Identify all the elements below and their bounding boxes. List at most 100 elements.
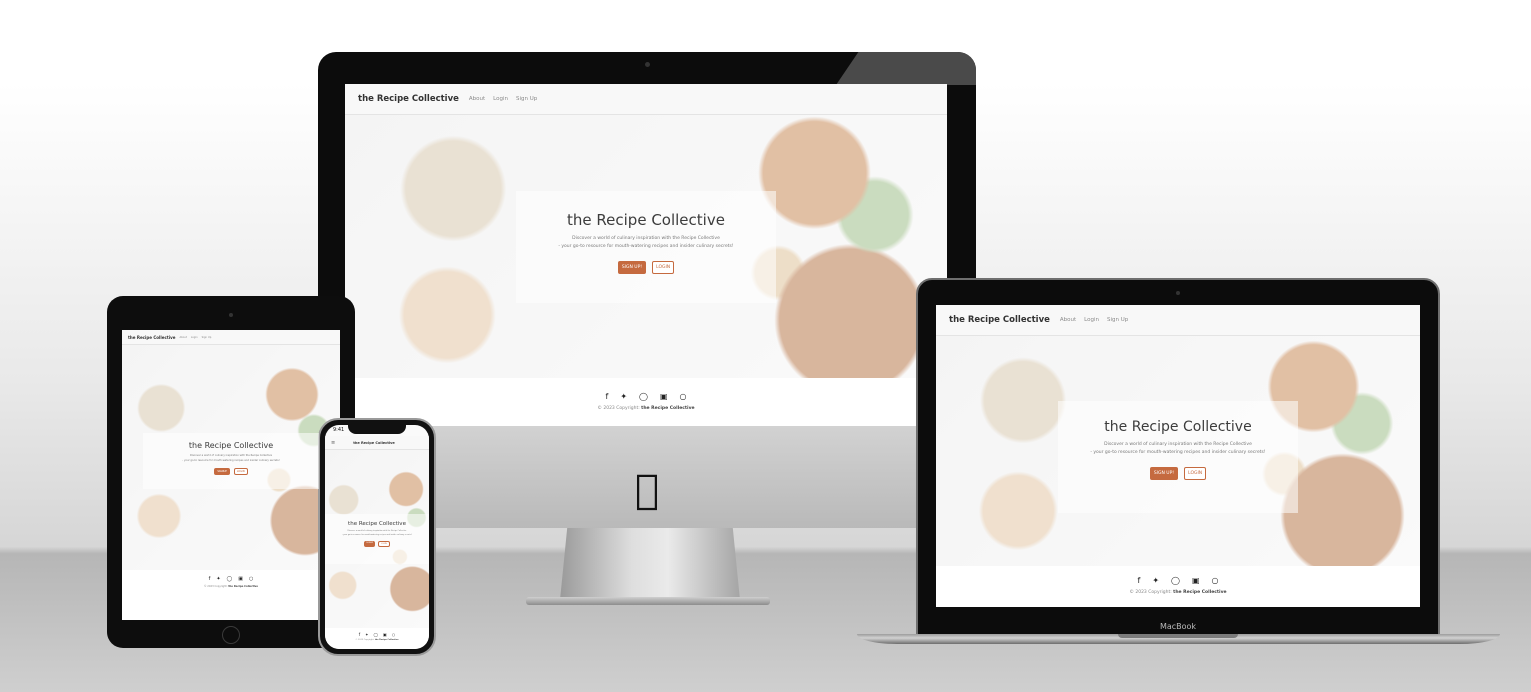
hero-buttons: SIGNUP LOGIN xyxy=(325,541,429,547)
hero-buttons: SIGN UP! LOGIN xyxy=(1058,467,1298,480)
nav-link-about[interactable]: About xyxy=(179,336,186,339)
nav-link-login[interactable]: Login xyxy=(191,336,198,339)
copyright-brand: the Recipe Collective xyxy=(374,639,399,641)
copyright-prefix: © 2023 Copyright: xyxy=(1129,590,1172,595)
signup-button[interactable]: SIGN UP! xyxy=(1149,467,1179,480)
login-button[interactable]: LOGIN xyxy=(378,541,390,547)
nav-brand[interactable]: the Recipe Collective xyxy=(128,335,175,340)
footer: f ✦ ◯ ▣ ○ © 2023 Copyright: the Recipe C… xyxy=(122,570,340,620)
hero-title: the Recipe Collective xyxy=(188,441,274,450)
linkedin-icon[interactable]: ▣ xyxy=(1192,576,1200,585)
instagram-icon[interactable]: ◯ xyxy=(639,392,648,401)
hero-section: the Recipe Collective Discover a world o… xyxy=(325,450,429,628)
twitter-icon[interactable]: ✦ xyxy=(216,576,220,582)
nav-brand[interactable]: the Recipe Collective xyxy=(949,315,1050,325)
ipad-screen: the Recipe Collective About Login Sign U… xyxy=(122,330,340,620)
signup-button[interactable]: SIGN UP! xyxy=(617,261,647,274)
instagram-icon[interactable]: ◯ xyxy=(227,576,233,582)
navbar: the Recipe Collective About Login Sign U… xyxy=(936,305,1420,336)
website: ≡ the Recipe Collective the Recipe Colle… xyxy=(325,425,429,649)
hero-section: the Recipe Collective Discover a world o… xyxy=(122,345,340,570)
macbook-camera xyxy=(1176,291,1180,295)
copyright: © 2023 Copyright: the Recipe Collective xyxy=(122,585,340,588)
iphone-notch xyxy=(348,424,406,434)
facebook-icon[interactable]: f xyxy=(209,576,211,582)
instagram-icon[interactable]: ◯ xyxy=(374,632,378,637)
hero-description-line-1: Discover a world of culinary inspiration… xyxy=(1104,442,1252,447)
github-icon[interactable]: ○ xyxy=(249,576,253,582)
website: the Recipe Collective About Login Sign U… xyxy=(122,330,340,620)
signup-button[interactable]: SIGNUP xyxy=(214,468,230,475)
macbook-label: MacBook xyxy=(1159,622,1197,631)
hero-panel: the Recipe Collective Discover a world o… xyxy=(143,433,319,489)
hero-description-line-2: - your go-to resource for mouth-watering… xyxy=(341,534,413,536)
navbar: the Recipe Collective About Login Sign U… xyxy=(345,84,947,115)
imac-camera xyxy=(645,62,650,67)
social-links: f ✦ ◯ ▣ ○ xyxy=(936,576,1420,585)
linkedin-icon[interactable]: ▣ xyxy=(660,392,668,401)
social-links: f ✦ ◯ ▣ ○ xyxy=(122,576,340,582)
footer: f ✦ ◯ ▣ ○ © 2023 Copyright: the Recipe C… xyxy=(936,566,1420,607)
copyright: © 2023 Copyright: the Recipe Collective xyxy=(345,406,947,411)
hero-buttons: SIGNUP LOGIN xyxy=(143,468,319,475)
login-button[interactable]: LOGIN xyxy=(233,468,248,475)
hero-description-line-2: - your go-to resource for mouth-watering… xyxy=(558,244,734,249)
website: the Recipe Collective About Login Sign U… xyxy=(936,305,1420,607)
instagram-icon[interactable]: ◯ xyxy=(1171,576,1180,585)
nav-link-signup[interactable]: Sign Up xyxy=(202,336,212,339)
hamburger-menu-icon[interactable]: ≡ xyxy=(331,440,335,446)
login-button[interactable]: LOGIN xyxy=(1184,467,1207,480)
linkedin-icon[interactable]: ▣ xyxy=(238,576,243,582)
nav-link-signup[interactable]: Sign Up xyxy=(1107,317,1128,323)
twitter-icon[interactable]: ✦ xyxy=(1152,576,1159,585)
nav-brand[interactable]: the Recipe Collective xyxy=(353,441,395,445)
copyright: © 2023 Copyright: the Recipe Collective xyxy=(936,590,1420,595)
nav-link-login[interactable]: Login xyxy=(493,96,508,102)
ipad-camera xyxy=(229,313,233,317)
login-button[interactable]: LOGIN xyxy=(652,261,675,274)
hero-description-line-2: - your go-to resource for mouth-watering… xyxy=(182,459,280,462)
nav-brand[interactable]: the Recipe Collective xyxy=(358,94,459,104)
nav-link-about[interactable]: About xyxy=(469,96,485,102)
hero-buttons: SIGN UP! LOGIN xyxy=(516,261,776,274)
facebook-icon[interactable]: f xyxy=(1137,576,1140,585)
copyright-prefix: © 2023 Copyright: xyxy=(597,406,640,411)
social-links: f ✦ ◯ ▣ ○ xyxy=(345,392,947,401)
iphone-screen: ≡ the Recipe Collective the Recipe Colle… xyxy=(325,425,429,649)
apple-logo-icon:  xyxy=(629,468,665,512)
copyright-prefix: © 2023 Copyright: xyxy=(355,639,375,641)
navbar: ≡ the Recipe Collective xyxy=(325,436,429,450)
hero-description-line-1: Discover a world of culinary inspiration… xyxy=(572,236,720,241)
imac-screen: the Recipe Collective About Login Sign U… xyxy=(345,84,947,426)
signup-button[interactable]: SIGNUP xyxy=(364,541,376,547)
copyright-brand: the Recipe Collective xyxy=(228,585,258,588)
facebook-icon[interactable]: f xyxy=(359,632,360,637)
nav-link-signup[interactable]: Sign Up xyxy=(516,96,537,102)
copyright: © 2023 Copyright: the Recipe Collective xyxy=(325,639,429,641)
nav-link-login[interactable]: Login xyxy=(1084,317,1099,323)
hero-description-line-1: Discover a world of culinary inspiration… xyxy=(189,454,273,457)
facebook-icon[interactable]: f xyxy=(605,392,608,401)
copyright-brand: the Recipe Collective xyxy=(641,406,695,411)
twitter-icon[interactable]: ✦ xyxy=(620,392,627,401)
social-links: f ✦ ◯ ▣ ○ xyxy=(325,632,429,637)
hero-title: the Recipe Collective xyxy=(567,211,725,229)
github-icon[interactable]: ○ xyxy=(392,632,396,637)
hero-title: the Recipe Collective xyxy=(348,521,406,527)
linkedin-icon[interactable]: ▣ xyxy=(383,632,387,637)
iphone-status-time: 9:41 xyxy=(333,427,345,433)
nav-link-about[interactable]: About xyxy=(1060,317,1076,323)
twitter-icon[interactable]: ✦ xyxy=(365,632,368,637)
hero-panel: the Recipe Collective Discover a world o… xyxy=(325,514,429,564)
imac-foot xyxy=(526,597,770,605)
hero-description-line-2: - your go-to resource for mouth-watering… xyxy=(1090,450,1266,455)
github-icon[interactable]: ○ xyxy=(680,392,687,401)
copyright-prefix: © 2023 Copyright: xyxy=(204,585,228,588)
navbar: the Recipe Collective About Login Sign U… xyxy=(122,330,340,345)
hero-panel: the Recipe Collective Discover a world o… xyxy=(516,191,776,303)
hero-panel: the Recipe Collective Discover a world o… xyxy=(1058,401,1298,513)
hero-title: the Recipe Collective xyxy=(1104,419,1252,435)
ipad-home-button xyxy=(222,626,240,644)
macbook-screen: the Recipe Collective About Login Sign U… xyxy=(936,305,1420,607)
github-icon[interactable]: ○ xyxy=(1212,576,1219,585)
